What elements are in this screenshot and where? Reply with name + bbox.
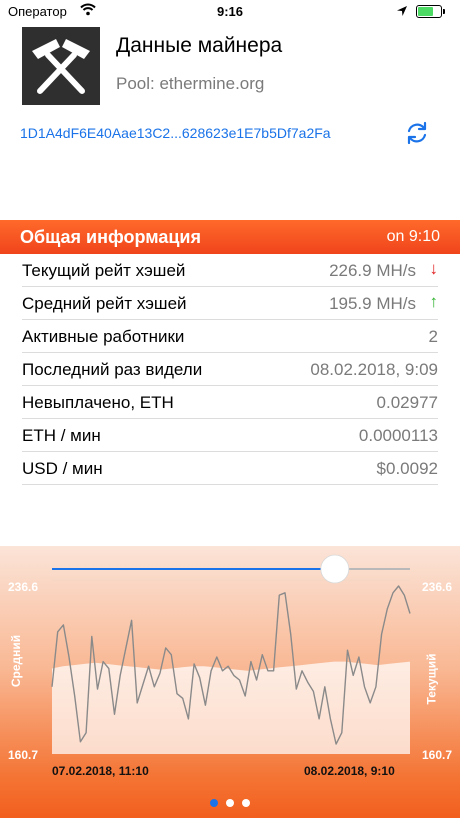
y-max-left: 236.6 <box>8 580 39 594</box>
general-info-header: Общая информация on 9:10 <box>0 220 460 254</box>
row-label: Невыплачено, ETH <box>22 393 174 412</box>
y-max-right: 236.6 <box>421 580 452 594</box>
end-date-label: 08.02.2018, 9:10 <box>304 764 395 778</box>
page-dot[interactable] <box>226 799 234 807</box>
row-active-workers: Активные работники 2 <box>22 320 438 353</box>
status-bar: Оператор 9:16 <box>0 0 460 24</box>
row-value: 08.02.2018, 9:09 <box>310 360 438 379</box>
row-value: 2 <box>428 327 438 346</box>
trend-up-icon: ↑ <box>429 292 439 311</box>
status-time: 9:16 <box>216 4 244 19</box>
refresh-button[interactable] <box>404 120 430 151</box>
trend-down-icon: ↓ <box>429 259 439 278</box>
row-usd-per-min: USD / мин $0.0092 <box>22 452 438 485</box>
location-arrow-icon <box>396 4 408 22</box>
row-current-hashrate: Текущий рейт хэшей 226.9 MH/s ↓ <box>22 254 438 287</box>
row-value: 195.9 MH/s <box>329 294 416 313</box>
row-label: USD / мин <box>22 459 103 478</box>
y-min-right: 160.7 <box>421 748 452 762</box>
info-list: Текущий рейт хэшей 226.9 MH/s ↓ Средний … <box>22 254 438 485</box>
row-label: Активные работники <box>22 327 185 346</box>
pool-label: Pool: ethermine.org <box>116 74 265 93</box>
refresh-icon <box>407 121 427 145</box>
crossed-hammers-icon <box>32 39 90 94</box>
row-label: Средний рейт хэшей <box>22 294 187 313</box>
average-hashrate-area <box>52 661 410 754</box>
section-title: Общая информация <box>20 227 201 247</box>
wallet-address-link[interactable]: 1D1A4dF6E40Aae13C2...628623e1E7b5Df7a2Fa <box>20 125 331 141</box>
row-average-hashrate: Средний рейт хэшей 195.9 MH/s ↑ <box>22 287 438 320</box>
page-dot[interactable] <box>210 799 218 807</box>
row-unpaid-eth: Невыплачено, ETH 0.02977 <box>22 386 438 419</box>
row-value: 0.0000113 <box>358 426 438 445</box>
row-value: $0.0092 <box>376 459 438 478</box>
row-label: Текущий рейт хэшей <box>22 261 186 280</box>
row-value: 226.9 MH/s <box>329 261 416 280</box>
start-date-label: 07.02.2018, 11:10 <box>52 764 149 778</box>
hashrate-chart: 236.6 236.6 160.7 160.7 Средний Текущий … <box>0 546 460 818</box>
section-updated-time: on 9:10 <box>386 228 440 245</box>
slider-thumb[interactable] <box>320 554 350 584</box>
row-eth-per-min: ETH / мин 0.0000113 <box>22 419 438 452</box>
battery-icon <box>416 5 445 18</box>
miner-logo <box>22 27 100 105</box>
row-last-seen: Последний раз видели 08.02.2018, 9:09 <box>22 353 438 386</box>
y-min-left: 160.7 <box>8 748 39 762</box>
row-label: Последний раз видели <box>22 360 203 379</box>
page-dot[interactable] <box>242 799 250 807</box>
page-indicator[interactable] <box>0 794 460 812</box>
page-title: Данные майнера <box>116 34 283 57</box>
left-axis-label: Средний <box>9 634 24 688</box>
right-axis-label: Текущий <box>424 653 439 705</box>
row-value: 0.02977 <box>376 393 438 412</box>
row-label: ETH / мин <box>22 426 101 445</box>
